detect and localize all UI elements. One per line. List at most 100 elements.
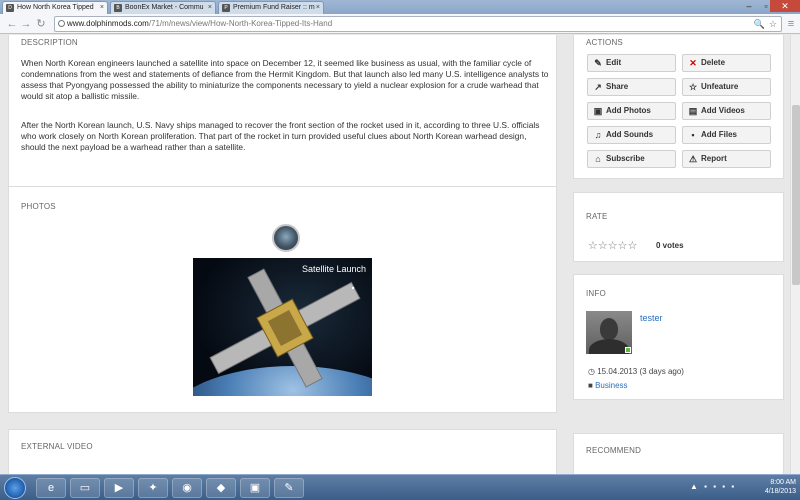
actions-panel: ACTIONS ✎ Edit ✕ Delete ↗ Share ☆ Unfeature …: [573, 35, 784, 179]
description-panel: DESCRIPTION When North Korean engineers …: [8, 35, 557, 205]
film-icon: ▤: [688, 106, 698, 116]
close-tab-icon[interactable]: ×: [100, 4, 104, 11]
url-path: /71/m/news/view/How-North-Korea-Tipped-I…: [148, 19, 333, 28]
url-host: www.dolphinmods.com: [67, 19, 149, 28]
tag-icon: ⌂: [595, 154, 601, 164]
delete-icon: ✕: [689, 58, 697, 68]
paint-icon[interactable]: ✎: [274, 478, 304, 498]
edit-button[interactable]: ✎ Edit: [587, 54, 676, 72]
application-icon[interactable]: ◆: [206, 478, 236, 498]
menu-icon[interactable]: ≡: [785, 17, 797, 31]
save-disk-icon: ▪: [691, 130, 695, 140]
rate-panel: RATE ☆☆☆☆☆ 0 votes: [573, 192, 784, 262]
author-username[interactable]: tester: [640, 313, 663, 323]
edit-icon: ✎: [594, 58, 602, 68]
scrollbar-thumb[interactable]: [792, 105, 800, 285]
vote-count: 0 votes: [656, 241, 684, 250]
section-title: RATE: [586, 212, 608, 221]
globe-icon: [58, 20, 65, 27]
close-window-icon[interactable]: ✕: [770, 0, 800, 12]
button-label: Delete: [701, 58, 726, 67]
clock-date: 4/18/2013: [764, 488, 796, 495]
zoom-icon[interactable]: 🔍: [754, 17, 765, 31]
back-arrow-icon[interactable]: ←: [6, 17, 18, 31]
page-scrollbar[interactable]: [790, 35, 800, 474]
chrome-icon[interactable]: ◉: [172, 478, 202, 498]
media-player-icon[interactable]: ▶: [104, 478, 134, 498]
rating-stars[interactable]: ☆☆☆☆☆: [588, 239, 637, 252]
internet-explorer-icon[interactable]: e: [36, 478, 66, 498]
add-photos-button[interactable]: ▣ Add Photos: [587, 102, 676, 120]
subscribe-button[interactable]: ⌂ Subscribe: [587, 150, 676, 168]
delete-button[interactable]: ✕ Delete: [682, 54, 771, 72]
section-title: RECOMMEND: [586, 446, 642, 455]
post-date: ◷ 15.04.2013 (3 days ago): [588, 367, 684, 376]
warning-icon: ⚠: [688, 154, 698, 164]
button-label: Add Photos: [606, 106, 651, 115]
application-icon[interactable]: ✦: [138, 478, 168, 498]
photo-image[interactable]: Satellite Launch: [193, 258, 372, 396]
close-tab-icon[interactable]: ×: [208, 4, 212, 11]
post-category: ■ Business: [588, 381, 628, 390]
windows-taskbar: e ▭ ▶ ✦ ◉ ◆ ▣ ✎ ▲ ▪ ▪ ▪ ▪ 8:00 AM 4/18/2…: [0, 474, 800, 500]
clock-time: 8:00 AM: [770, 479, 796, 486]
button-label: Subscribe: [606, 154, 645, 163]
satellite-illustration: [209, 268, 361, 388]
photo-caption: Satellite Launch: [301, 264, 366, 274]
share-icon: ↗: [594, 82, 602, 92]
browser-tab-bar: D How North Korea Tipped × B BoonEx Mark…: [0, 0, 800, 14]
avatar[interactable]: [586, 311, 632, 354]
site-favicon-icon: B: [114, 4, 122, 12]
forward-arrow-icon[interactable]: →: [20, 17, 32, 31]
add-videos-button[interactable]: ▤ Add Videos: [682, 102, 771, 120]
application-icon[interactable]: ▣: [240, 478, 270, 498]
button-label: Unfeature: [701, 82, 739, 91]
post-date-text: 15.04.2013 (3 days ago): [597, 367, 684, 376]
avatar-body: [589, 339, 629, 354]
site-favicon-icon: D: [6, 4, 14, 12]
file-explorer-icon[interactable]: ▭: [70, 478, 100, 498]
section-title: DESCRIPTION: [21, 38, 78, 47]
browser-tab[interactable]: B BoonEx Market - Commu ×: [110, 1, 216, 14]
info-panel: INFO tester ◷ 15.04.2013 (3 days ago) ■ …: [573, 274, 784, 400]
close-tab-icon[interactable]: ×: [316, 4, 320, 11]
avatar-head: [600, 318, 618, 340]
tab-label: BoonEx Market - Commu: [125, 4, 204, 11]
address-bar[interactable]: www.dolphinmods.com/71/m/news/view/How-N…: [54, 16, 782, 32]
button-label: Add Sounds: [606, 130, 654, 139]
star-icon: ☆: [688, 82, 698, 92]
folder-icon: ■: [588, 381, 593, 390]
browser-toolbar: ← → ↻ www.dolphinmods.com/71/m/news/view…: [0, 14, 800, 34]
start-button[interactable]: [4, 477, 26, 499]
button-label: Report: [701, 154, 727, 163]
photo-thumbnail[interactable]: [272, 224, 300, 252]
add-files-button[interactable]: ▪ Add Files: [682, 126, 771, 144]
picture-icon: ▣: [593, 106, 603, 116]
system-tray-icons[interactable]: ▲ ▪ ▪ ▪ ▪: [690, 482, 736, 491]
music-note-icon: ♫: [594, 130, 602, 140]
tab-label: Premium Fund Raiser :: m: [233, 4, 315, 11]
button-label: Add Videos: [701, 106, 745, 115]
button-label: Share: [606, 82, 629, 91]
recommend-panel: RECOMMEND: [573, 433, 784, 474]
external-video-panel: EXTERNAL VIDEO: [8, 429, 557, 474]
system-clock[interactable]: 8:00 AM 4/18/2013: [765, 478, 796, 496]
button-label: Edit: [606, 58, 622, 67]
tab-label: How North Korea Tipped: [17, 4, 94, 11]
section-title: PHOTOS: [21, 202, 56, 211]
section-title: ACTIONS: [586, 38, 623, 47]
category-link[interactable]: Business: [595, 381, 627, 390]
minimize-window-icon[interactable]: –: [740, 0, 758, 12]
unfeature-button[interactable]: ☆ Unfeature: [682, 78, 771, 96]
bookmark-star-icon[interactable]: ☆: [769, 17, 777, 31]
share-button[interactable]: ↗ Share: [587, 78, 676, 96]
report-button[interactable]: ⚠ Report: [682, 150, 771, 168]
browser-tab[interactable]: P Premium Fund Raiser :: m ×: [218, 1, 324, 14]
description-paragraph: After the North Korean launch, U.S. Navy…: [21, 120, 540, 152]
browser-tab-active[interactable]: D How North Korea Tipped ×: [2, 1, 108, 14]
clock-icon: ◷: [588, 367, 595, 376]
reload-icon[interactable]: ↻: [35, 17, 47, 31]
site-favicon-icon: P: [222, 4, 230, 12]
add-sounds-button[interactable]: ♫ Add Sounds: [587, 126, 676, 144]
description-paragraph: When North Korean engineers launched a s…: [21, 58, 549, 101]
